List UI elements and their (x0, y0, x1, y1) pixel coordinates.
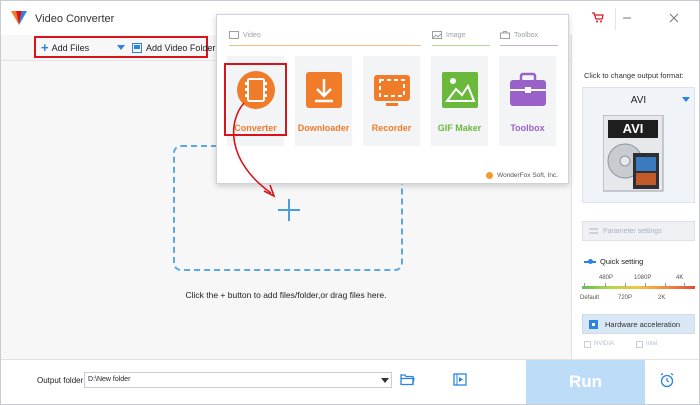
parameter-settings-label: Parameter settings (603, 227, 662, 235)
toolbox-label: Toolbox (510, 123, 545, 133)
image-section-divider (432, 45, 490, 46)
quality-label-4k: 4K (676, 275, 684, 281)
settings-sliders-icon (589, 228, 598, 234)
image-section-icon (432, 31, 442, 39)
quick-setting-header: Quick setting (584, 257, 643, 266)
bottom-bar: Output folder: D:\New folder Run (1, 359, 699, 404)
intel-label: Intel (646, 341, 658, 347)
quality-slider[interactable] (582, 286, 695, 289)
downloader-label: Downloader (297, 123, 350, 133)
drop-hint: Click the + button to add files/folder,o… (185, 290, 387, 300)
add-files-button[interactable]: + Add Files (41, 41, 89, 55)
quality-label-2k: 2K (658, 295, 666, 301)
downloader-icon (306, 72, 342, 108)
hardware-acceleration-label: Hardware acceleration (605, 319, 681, 329)
quality-label-1080p: 1080P (634, 275, 652, 281)
output-format-selector[interactable]: AVI AVI (582, 87, 695, 203)
gif-maker-tile[interactable]: GIF Maker (431, 56, 488, 146)
add-folder-label: Add Video Folder (146, 43, 216, 53)
browse-folder-icon[interactable] (400, 373, 415, 386)
popup-credit: WonderFox Soft, Inc. (486, 172, 558, 179)
output-format-label: Click to change output format: (584, 71, 684, 80)
annotation-arrow-icon (232, 102, 276, 198)
nvidia-label: NVIDIA (594, 341, 615, 347)
toolbox-section-icon (500, 31, 510, 39)
recorder-label: Recorder (371, 123, 412, 133)
image-section-header: Image (432, 31, 465, 39)
parameter-settings-button[interactable]: Parameter settings (582, 221, 695, 241)
nvidia-checkbox[interactable] (584, 340, 591, 348)
toolbox-tile[interactable]: Toolbox (499, 56, 556, 146)
quality-tick (625, 283, 626, 287)
video-section-label: Video (243, 31, 261, 39)
output-format-panel: Click to change output format: AVI AVI P… (571, 35, 699, 359)
app-title: Video Converter (35, 13, 115, 25)
add-files-dropdown-icon[interactable] (117, 45, 125, 50)
format-name: AVI (630, 95, 647, 106)
quality-tick (605, 283, 606, 287)
toolbox-icon (510, 72, 546, 106)
hardware-acceleration-toggle[interactable]: Hardware acceleration (582, 314, 695, 334)
credit-label: WonderFox Soft, Inc. (497, 172, 558, 179)
intel-checkbox[interactable] (636, 340, 643, 348)
image-section-label: Image (446, 31, 466, 39)
cart-icon[interactable] (587, 8, 609, 30)
gif-maker-icon (442, 72, 478, 108)
add-files-label: Add Files (51, 43, 90, 53)
quality-tick (684, 283, 685, 287)
output-folder-label: Output folder: (37, 376, 86, 385)
format-badge: AVI (623, 121, 644, 136)
quality-label-default: Default (580, 295, 600, 301)
hardware-acceleration-checkbox[interactable] (589, 319, 598, 329)
intel-option[interactable]: Intel (636, 337, 657, 351)
output-folder-dropdown-icon[interactable] (381, 378, 389, 383)
open-output-folder-icon[interactable] (453, 373, 467, 386)
wonderfox-logo-icon (486, 172, 494, 179)
app-logo-icon (11, 11, 27, 25)
recorder-tile[interactable]: Recorder (363, 56, 420, 146)
quick-setting-icon (584, 258, 596, 264)
folder-icon (132, 43, 142, 53)
quality-tick (665, 283, 666, 287)
downloader-tile[interactable]: Downloader (295, 56, 352, 146)
avi-format-icon: AVI (603, 115, 664, 192)
add-video-folder-button[interactable]: Add Video Folder (132, 41, 215, 55)
nvidia-option[interactable]: NVIDIA (584, 337, 614, 351)
quick-setting-label: Quick setting (600, 257, 644, 266)
quality-tick (645, 283, 646, 287)
video-section-divider (229, 45, 421, 46)
video-section-icon (229, 31, 239, 39)
quality-label-720p: 720P (618, 295, 633, 301)
output-folder-field[interactable]: D:\New folder (84, 372, 392, 388)
format-dropdown-icon[interactable] (682, 97, 690, 102)
toolbox-section-label: Toolbox (514, 31, 539, 39)
quality-tick (584, 283, 585, 287)
video-section-header: Video (229, 31, 261, 39)
close-icon[interactable] (663, 8, 685, 30)
toolbox-section-header: Toolbox (500, 31, 538, 39)
plus-icon: + (41, 40, 49, 55)
gif-maker-label: GIF Maker (437, 123, 482, 133)
run-button[interactable]: Run (526, 360, 645, 404)
alarm-clock-icon[interactable] (659, 372, 675, 388)
recorder-icon (374, 75, 410, 106)
toolbox-section-divider (500, 45, 558, 46)
quality-label-480p: 480P (599, 275, 614, 281)
app-window: Video Converter + Add Files Add Video Fo… (0, 0, 700, 405)
minimize-icon[interactable] (615, 8, 637, 30)
add-plus-icon-vertical[interactable] (288, 199, 290, 221)
